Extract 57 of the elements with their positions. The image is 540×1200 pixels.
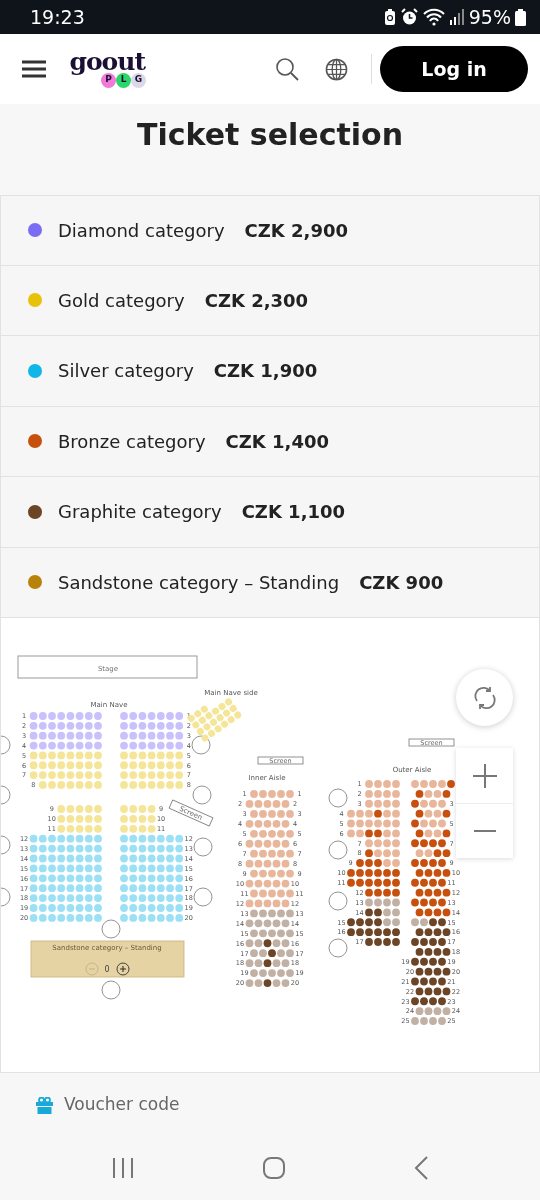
circle-marker	[193, 837, 213, 857]
category-price: CZK 2,900	[244, 218, 348, 243]
category-price: CZK 1,900	[213, 359, 318, 384]
back-icon[interactable]	[414, 1155, 428, 1180]
rotate-button[interactable]	[456, 669, 513, 726]
screen-box	[408, 738, 455, 747]
category-row[interactable]: Gold category CZK 2,300	[0, 265, 540, 336]
category-price: CZK 2,300	[204, 288, 309, 313]
globe-icon[interactable]	[325, 57, 348, 81]
circle-marker	[328, 840, 348, 860]
signal-icon	[448, 8, 465, 26]
gift-icon[interactable]	[36, 1097, 53, 1114]
recent-apps-icon[interactable]	[112, 1156, 134, 1179]
category-name: Graphite category	[58, 500, 222, 525]
category-name: Bronze category	[58, 429, 206, 454]
circle-marker	[328, 891, 348, 911]
search-icon[interactable]	[275, 57, 299, 81]
voucher-link[interactable]: Voucher code	[64, 1095, 180, 1114]
battery-percentage: 95%	[468, 4, 511, 30]
status-time: 19:23	[30, 4, 85, 30]
alarm-icon	[399, 8, 419, 26]
quantity-value: 0	[104, 965, 110, 974]
category-price: CZK 1,100	[241, 500, 346, 525]
logo-letter: P	[101, 72, 116, 88]
home-icon[interactable]	[262, 1155, 286, 1180]
circle-marker	[101, 919, 121, 939]
plus-button[interactable]	[116, 962, 130, 976]
page-title: Ticket selection	[136, 116, 404, 154]
battery-icon	[515, 8, 526, 26]
plus-icon	[471, 762, 498, 789]
logo-letter: L	[116, 72, 131, 88]
menu-icon[interactable]	[22, 60, 46, 78]
circle-marker	[193, 887, 213, 907]
category-row[interactable]: Diamond category CZK 2,900	[0, 195, 540, 266]
logo-letter: G	[131, 72, 146, 88]
circle-marker	[328, 788, 348, 808]
circle-marker	[328, 938, 348, 958]
logo-wordmark[interactable]: goout	[69, 50, 145, 73]
category-name: Gold category	[58, 288, 185, 313]
screen-box	[257, 756, 304, 765]
circle-marker	[191, 735, 211, 755]
category-name: Diamond category	[58, 218, 225, 243]
minus-icon	[473, 829, 496, 833]
category-name: Sandstone category – Standing	[58, 570, 340, 595]
category-price: CZK 1,400	[225, 429, 329, 454]
category-name: Silver category	[58, 359, 194, 384]
category-row[interactable]: Bronze category CZK 1,400	[0, 406, 540, 477]
battery-saver-icon	[383, 8, 396, 26]
zoom-in-button[interactable]	[456, 748, 513, 803]
circle-marker	[192, 785, 212, 805]
wifi-icon	[422, 8, 445, 26]
circle-marker	[101, 980, 121, 1000]
category-row[interactable]: Graphite category CZK 1,100	[0, 477, 540, 548]
category-row[interactable]: Silver category CZK 1,900	[0, 336, 540, 407]
category-price: CZK 900	[359, 570, 444, 595]
login-button[interactable]: Log in	[380, 46, 528, 92]
category-row[interactable]: Sandstone category – Standing CZK 900	[0, 547, 540, 618]
